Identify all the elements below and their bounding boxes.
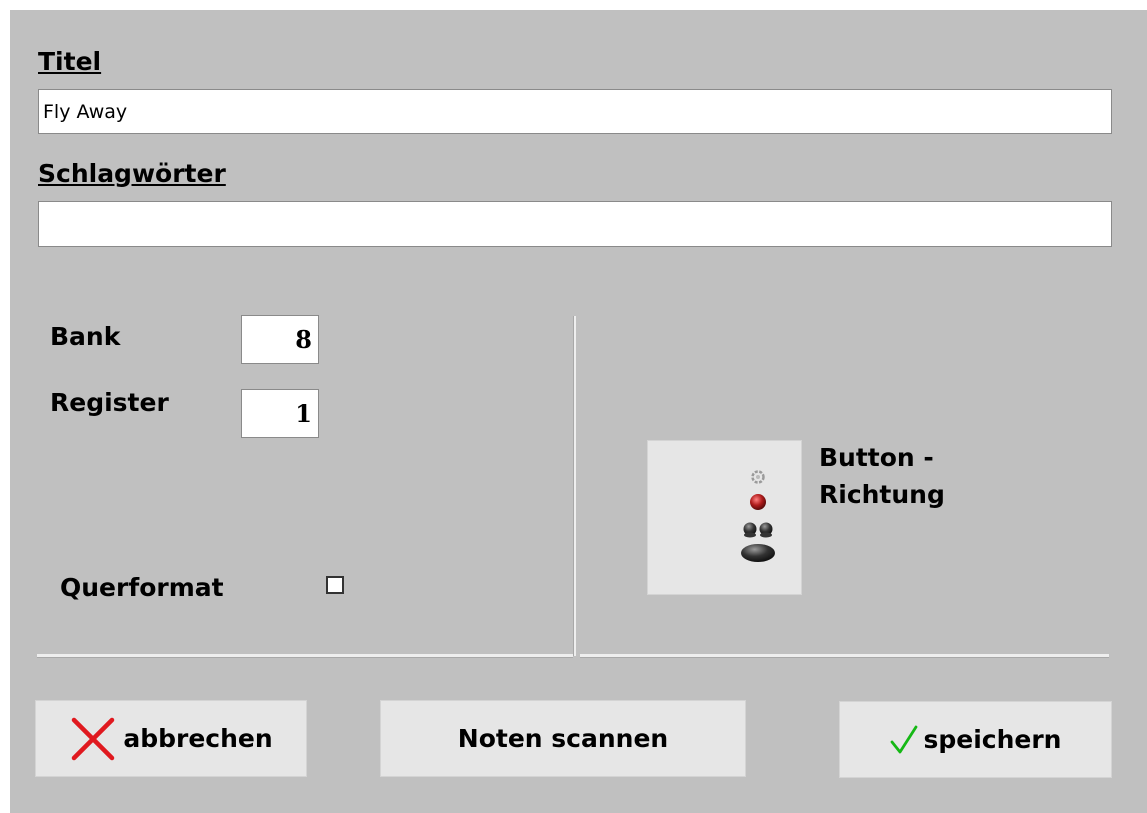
- keywords-input[interactable]: [38, 201, 1112, 247]
- landscape-checkbox[interactable]: [326, 576, 344, 594]
- direction-button[interactable]: [647, 440, 802, 595]
- cancel-button[interactable]: abbrechen: [35, 700, 307, 777]
- landscape-label: Querformat: [60, 573, 224, 602]
- save-button-label: speichern: [923, 725, 1062, 754]
- register-label: Register: [50, 388, 169, 417]
- title-label: Titel: [38, 47, 102, 76]
- bank-label: Bank: [50, 322, 121, 351]
- traffic-light-icon: [741, 470, 775, 562]
- red-x-icon: [72, 717, 115, 760]
- bank-input[interactable]: [241, 315, 319, 364]
- save-button[interactable]: speichern: [839, 701, 1112, 778]
- direction-label-line1: Button -: [819, 443, 934, 472]
- register-input[interactable]: [241, 389, 319, 438]
- horizontal-divider-right: [580, 654, 1109, 658]
- cancel-button-label: abbrechen: [123, 724, 273, 753]
- scan-button[interactable]: Noten scannen: [380, 700, 746, 777]
- horizontal-divider: [37, 654, 573, 658]
- dialog: Titel Schlagwörter Bank Register Querfor…: [10, 10, 1147, 813]
- title-input[interactable]: [38, 89, 1112, 134]
- keywords-label: Schlagwörter: [38, 159, 226, 188]
- direction-label-line2: Richtung: [819, 480, 945, 509]
- green-check-icon: [891, 725, 918, 753]
- vertical-divider: [573, 316, 576, 656]
- scan-button-label: Noten scannen: [457, 724, 669, 753]
